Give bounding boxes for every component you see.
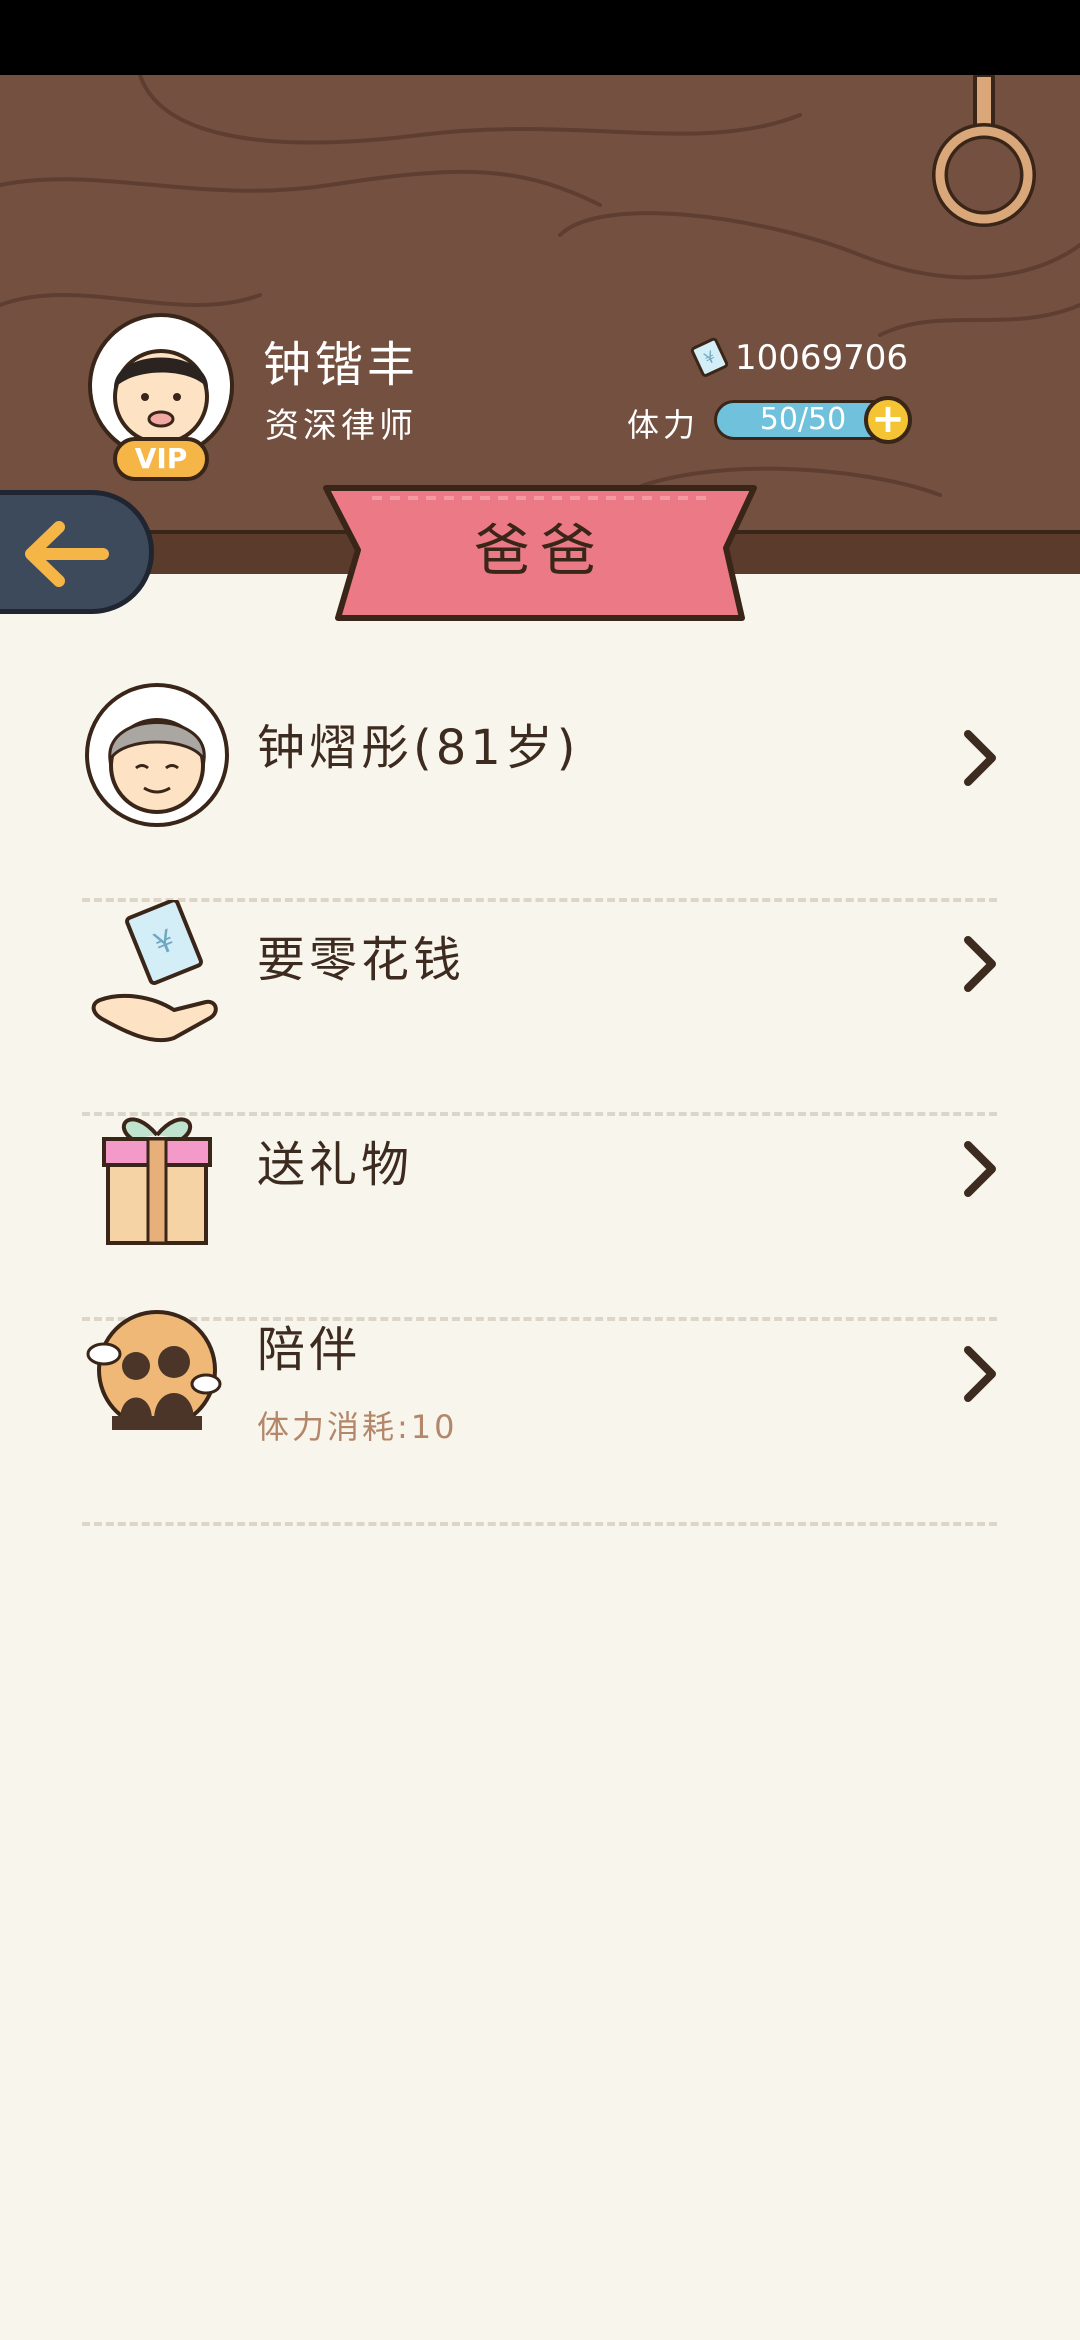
list-item-pocket-money[interactable]: ¥ 要零花钱 bbox=[82, 898, 997, 1116]
page-title: 爸爸 bbox=[474, 519, 606, 584]
back-arrow-icon bbox=[25, 521, 109, 587]
pocket-money-label: 要零花钱 bbox=[257, 932, 466, 988]
grandpa-avatar-icon bbox=[82, 680, 232, 830]
father-name-label: 钟熠彤(81岁) bbox=[257, 720, 580, 776]
companion-label: 陪伴 bbox=[257, 1322, 362, 1378]
gift-box-icon bbox=[82, 1105, 232, 1255]
gift-label: 送礼物 bbox=[257, 1137, 414, 1193]
money-hand-icon: ¥ bbox=[82, 898, 232, 1050]
player-name: 钟锴丰 bbox=[263, 337, 420, 393]
add-stamina-button[interactable]: + bbox=[864, 396, 912, 444]
money-value: 10069706 bbox=[735, 338, 909, 378]
chevron-right-icon bbox=[964, 1346, 996, 1402]
chevron-right-icon bbox=[964, 1141, 996, 1197]
player-face-icon bbox=[113, 349, 209, 445]
stamina-cost-label: 体力消耗:10 bbox=[257, 1408, 458, 1446]
player-title: 资深律师 bbox=[265, 406, 417, 446]
list-item-companion[interactable]: 陪伴 体力消耗:10 bbox=[82, 1310, 997, 1526]
back-button[interactable] bbox=[0, 490, 154, 614]
status-bar bbox=[0, 0, 1080, 75]
banknote-icon: ¥ bbox=[690, 337, 729, 377]
chevron-right-icon bbox=[964, 730, 996, 786]
row-divider bbox=[82, 1522, 997, 1526]
chevron-right-icon bbox=[964, 936, 996, 992]
vip-badge: VIP bbox=[113, 437, 209, 481]
companion-icon bbox=[82, 1310, 232, 1460]
hook-icon bbox=[932, 75, 1036, 227]
stamina-label: 体力 bbox=[627, 406, 700, 444]
list-item-gift[interactable]: 送礼物 bbox=[82, 1105, 997, 1321]
list-item-father[interactable]: 钟熠彤(81岁) bbox=[82, 680, 997, 902]
